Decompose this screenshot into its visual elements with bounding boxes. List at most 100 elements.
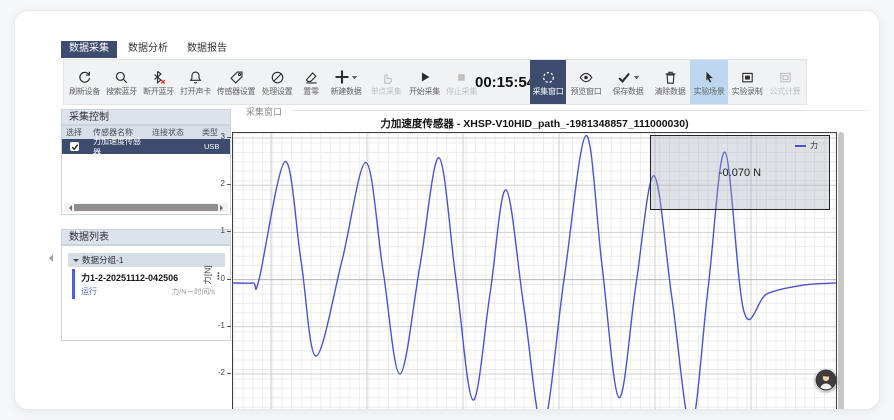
y-tick-mark [227, 373, 231, 374]
check-icon [616, 70, 632, 85]
y-tick-mark [227, 279, 231, 280]
toolbar-label: 刷新设备 [69, 88, 100, 96]
formula-calc-button: 公式计算 [766, 60, 804, 104]
new-data-button[interactable]: 新建数据 [326, 60, 366, 104]
y-tick-mark [227, 231, 231, 232]
chart-legend[interactable]: 力 [795, 140, 818, 151]
panel-collapse-icon[interactable] [45, 254, 53, 262]
cursor-icon [702, 69, 716, 86]
zeroing-button[interactable]: 置零 [296, 60, 326, 104]
disconnect-bluetooth-button[interactable]: 断开蓝牙 [140, 60, 177, 104]
y-tick-label: -1 [211, 321, 225, 330]
experiment-scene-button[interactable]: 实验场景 [690, 60, 728, 104]
scrollbar-thumb[interactable] [74, 204, 218, 211]
y-tick-label: 2 [211, 179, 225, 188]
groupbox-border [291, 110, 867, 111]
sensor-type: USB [198, 142, 230, 151]
trash-icon [663, 69, 678, 86]
assistant-avatar-button[interactable] [815, 369, 837, 391]
record-window-icon [740, 69, 755, 86]
bell-icon [188, 69, 203, 86]
slashed-circle-icon [270, 69, 285, 86]
toolbar-label: 公式计算 [770, 88, 801, 96]
annotation-value: -0.070 N [719, 167, 761, 179]
start-collection-button[interactable]: 开始采集 [406, 60, 443, 104]
bluetooth-disconnect-icon [151, 69, 166, 86]
col-status: 连接状态 [148, 127, 198, 138]
toolbar-label: 新建数据 [331, 88, 362, 96]
toolbar-label: 打开声卡 [180, 88, 211, 96]
chart-vertical-scrollbar[interactable] [838, 132, 844, 410]
processing-settings-button[interactable]: 处理设置 [258, 60, 296, 104]
hand-icon [379, 69, 394, 86]
item-status: 运行 [81, 286, 97, 297]
collection-timer: 00:15:54 [480, 60, 530, 104]
tab-data-analysis[interactable]: 数据分析 [120, 41, 176, 58]
single-point-collect-button: 单点采集 [366, 60, 406, 104]
toolbar-label: 实验场景 [694, 88, 725, 96]
toolbar-label: 采集窗口 [533, 88, 564, 96]
data-group-label: 数据分组-1 [82, 254, 124, 266]
y-tick-mark [227, 326, 231, 327]
toolbar-label: 保存数据 [613, 88, 644, 96]
main-tab-bar: 数据采集 数据分析 数据报告 [61, 41, 235, 58]
sensor-row[interactable]: 力加速度传感器 USB [62, 139, 230, 154]
save-data-button[interactable]: 保存数据 [606, 60, 650, 104]
toolbar-label: 清除数据 [655, 88, 686, 96]
col-select: 选择 [62, 127, 89, 138]
data-list-header: 数据列表 [61, 229, 231, 245]
scroll-left-icon[interactable] [66, 205, 72, 211]
item-axes: 力/N－时间/s [172, 286, 215, 297]
toolbar-label: 开始采集 [409, 88, 440, 96]
collection-control-header: 采集控制 [61, 109, 231, 125]
search-icon [114, 69, 129, 86]
tag-icon [229, 69, 244, 86]
search-bluetooth-button[interactable]: 搜索蓝牙 [103, 60, 140, 104]
preview-window-button[interactable]: 预览窗口 [566, 60, 606, 104]
sensor-settings-button[interactable]: 传感器设置 [214, 60, 258, 104]
stop-collection-button: 停止采集 [443, 60, 480, 104]
toolbar-label: 单点采集 [371, 88, 402, 96]
toolbar-label: 停止采集 [446, 88, 477, 96]
experiment-record-button[interactable]: 实验录制 [728, 60, 766, 104]
chevron-down-icon[interactable] [351, 73, 358, 81]
plus-icon [334, 69, 350, 85]
toolbar-label: 实验录制 [732, 88, 763, 96]
legend-label: 力 [810, 140, 818, 151]
sensor-checkbox[interactable] [70, 142, 79, 151]
chart-plot-area[interactable]: -0.070 N 力 [232, 132, 837, 410]
toolbar: 刷新设备 搜索蓝牙 断开蓝牙 打开声卡 传感器设置 处理设置 置零 [63, 59, 807, 105]
app-window: 数据采集 数据分析 数据报告 刷新设备 搜索蓝牙 断开蓝牙 打开声卡 传感器设置… [14, 10, 880, 410]
refresh-device-button[interactable]: 刷新设备 [66, 60, 103, 104]
sensor-table: 选择 传感器名称 连接状态 类型 力加速度传感器 USB [61, 125, 231, 215]
avatar-icon [815, 369, 837, 391]
collection-window-button[interactable]: 采集窗口 [530, 60, 566, 104]
dashed-circle-icon [541, 69, 556, 86]
y-tick-label: 1 [211, 226, 225, 235]
eye-icon [578, 69, 594, 86]
horizontal-scrollbar[interactable] [64, 203, 228, 212]
open-soundcard-button[interactable]: 打开声卡 [177, 60, 214, 104]
scroll-right-icon[interactable] [220, 205, 226, 211]
sensor-name: 力加速度传感器 [89, 136, 148, 158]
y-tick-mark [227, 137, 231, 138]
chevron-down-icon[interactable] [633, 73, 640, 81]
data-list: 数据分组-1 力1-2-20251112-042506 ⋮ 运行 力/N－时间/… [61, 245, 231, 341]
toolbar-label: 搜索蓝牙 [106, 88, 137, 96]
tab-data-collection[interactable]: 数据采集 [61, 41, 117, 58]
play-icon [418, 69, 432, 86]
formula-window-icon [778, 69, 793, 86]
toolbar-label: 预览窗口 [571, 88, 602, 96]
y-tick-label: 0 [211, 274, 225, 283]
toolbar-label: 置零 [303, 88, 318, 96]
toolbar-label: 断开蓝牙 [143, 88, 174, 96]
toolbar-label: 处理设置 [262, 88, 293, 96]
clear-data-button[interactable]: 清除数据 [650, 60, 690, 104]
tab-data-report[interactable]: 数据报告 [179, 41, 235, 58]
refresh-icon [77, 69, 92, 86]
y-tick-label: -2 [211, 368, 225, 377]
y-tick-mark [227, 184, 231, 185]
chart-title: 力加速度传感器 - XHSP-V10HID_path_-1981348857_1… [232, 116, 837, 131]
caret-down-icon [73, 259, 79, 265]
legend-line-icon [795, 145, 806, 147]
